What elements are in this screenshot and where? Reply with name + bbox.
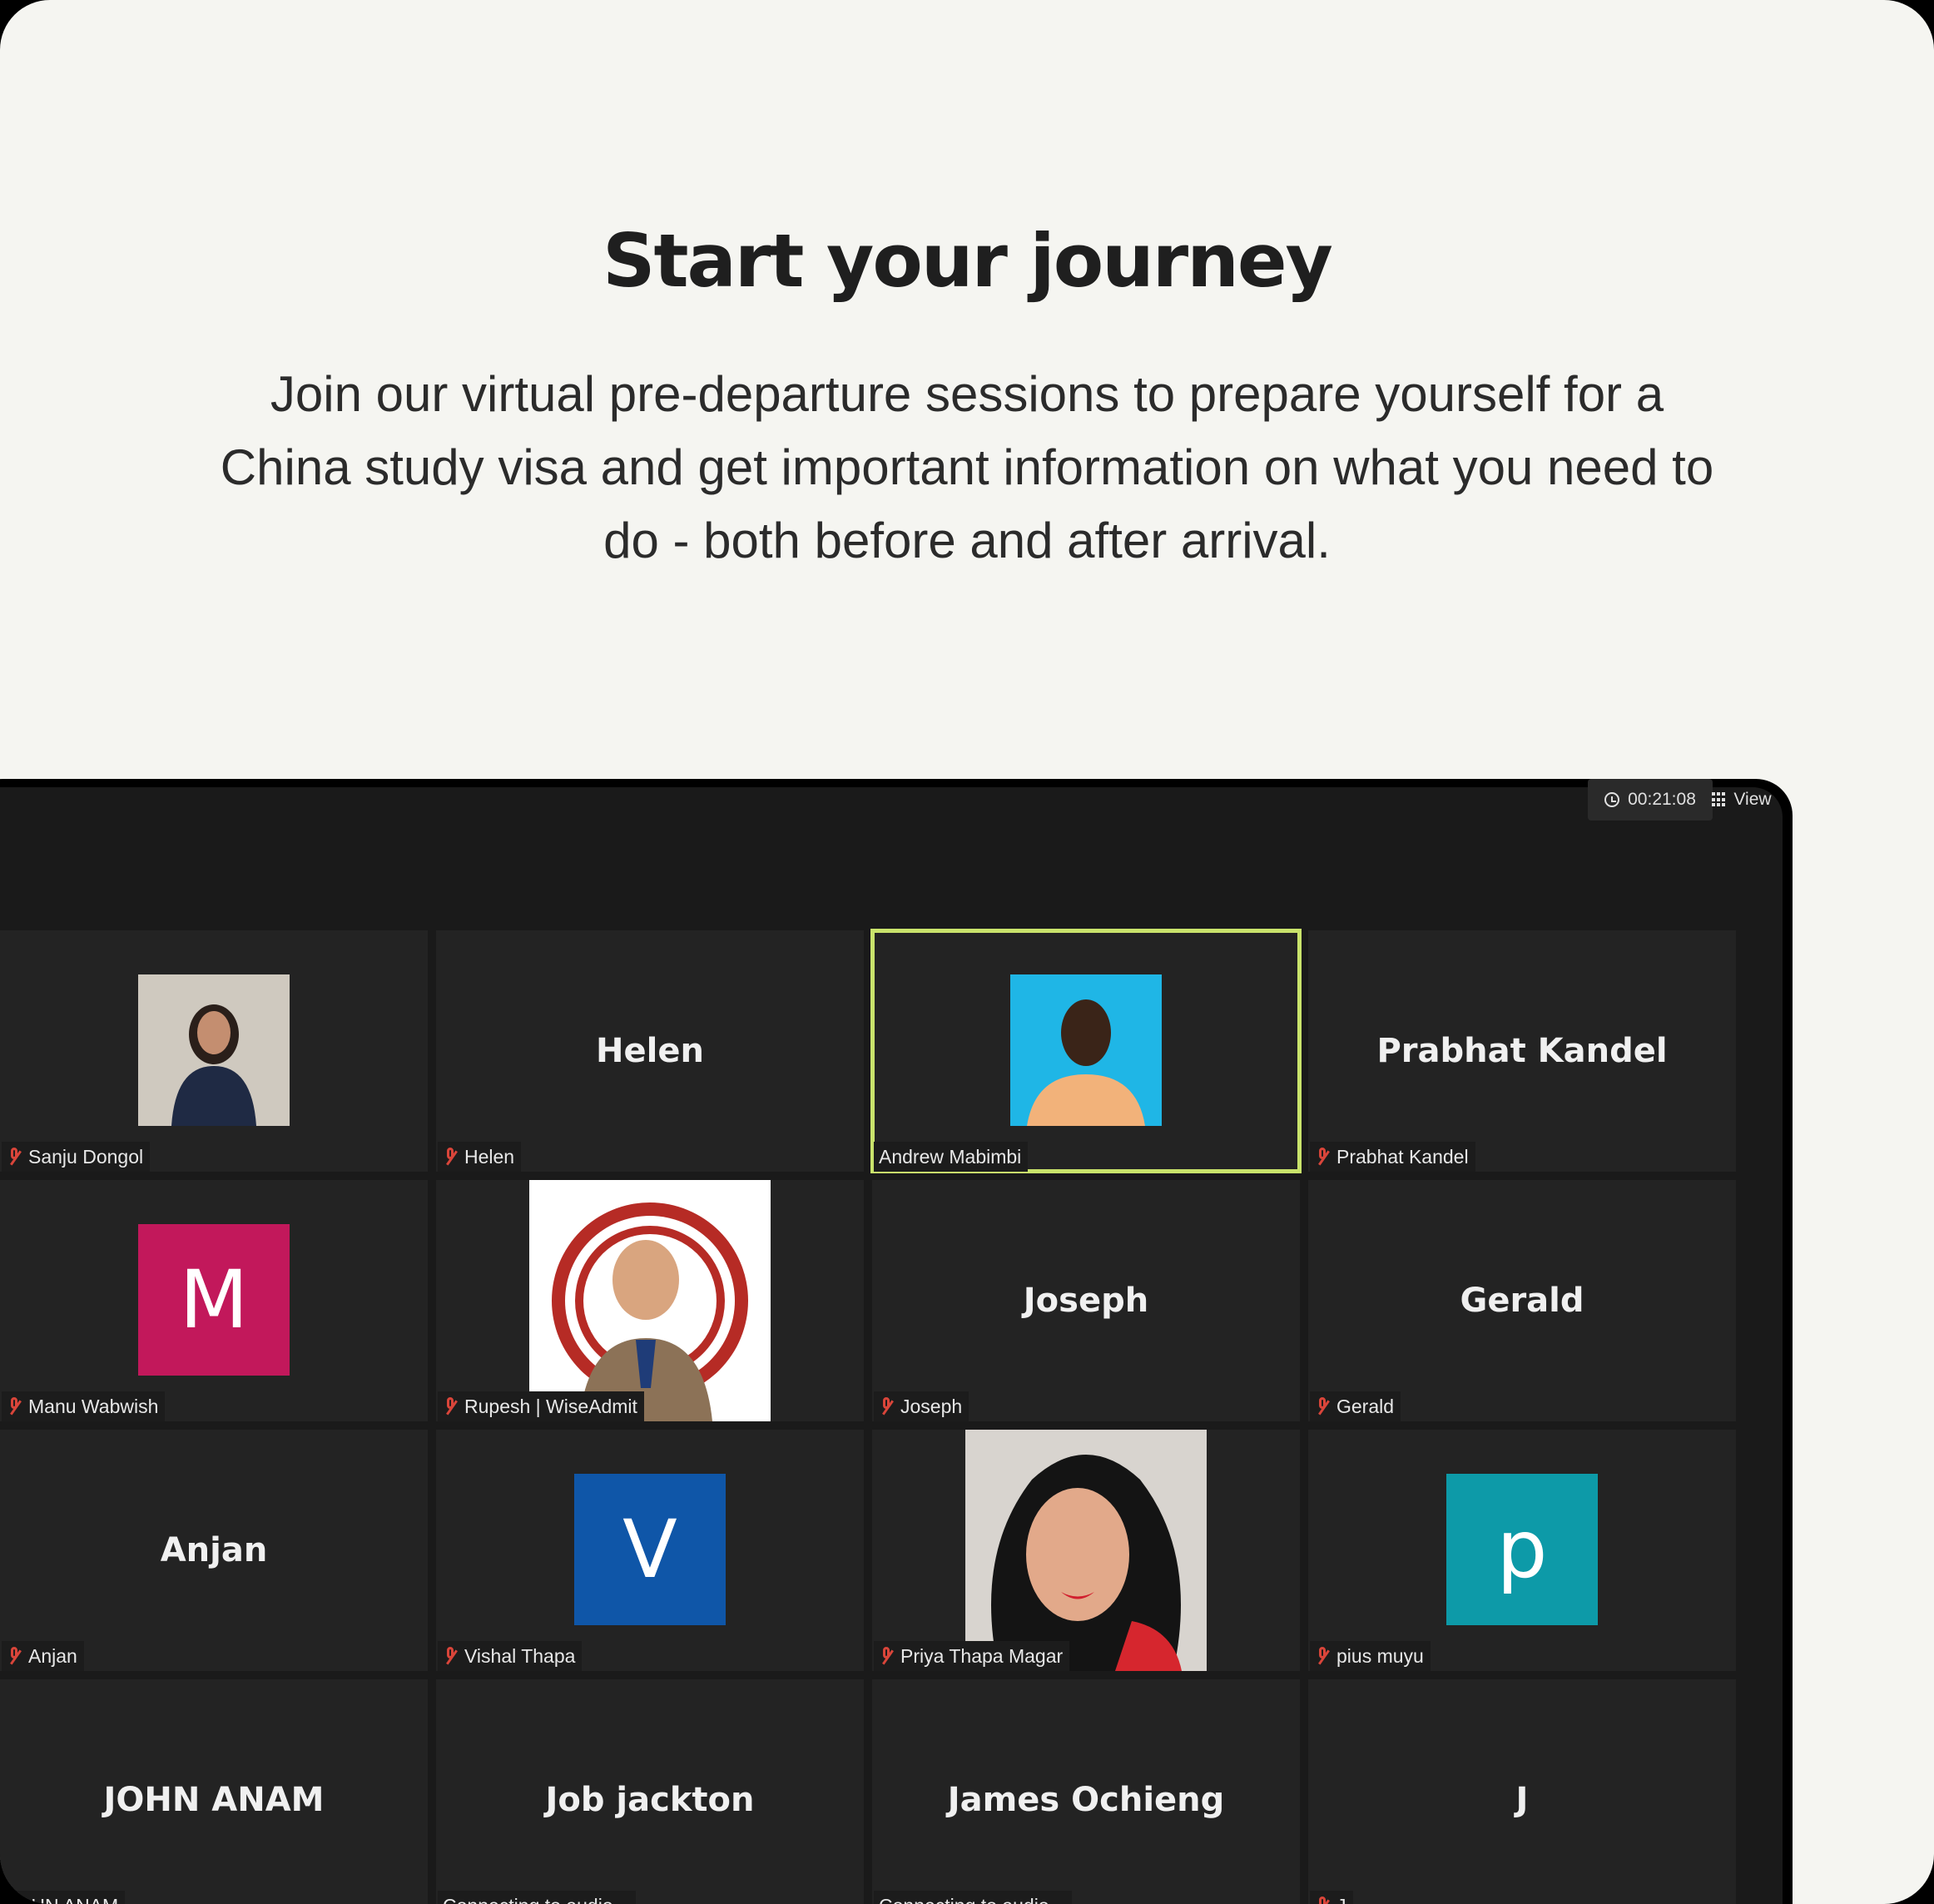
muted-mic-icon [1315,1645,1330,1667]
participant-tile[interactable]: JJ [1308,1679,1736,1904]
muted-mic-icon [443,1396,458,1417]
participant-name-label: Sanju Dongol [2,1142,151,1172]
participant-tile[interactable]: Gerald Gerald [1308,1180,1736,1421]
muted-mic-icon [443,1146,458,1168]
participant-name: Prabhat Kandel [1336,1145,1469,1168]
participant-display-name: Helen [596,1032,704,1070]
muted-mic-icon [7,1396,22,1417]
participant-name-label: Andrew Mabimbi [874,1142,1029,1172]
participant-name-label: Connecting to audio... [438,1891,636,1904]
participant-name-label: Priya Thapa Magar [874,1641,1070,1671]
timer-value: 00:21:08 [1628,790,1696,809]
grid-view-icon [1712,792,1727,807]
participant-tile[interactable]: Helen Helen [436,930,864,1172]
participant-name: Manu Wabwish [28,1395,159,1417]
muted-mic-icon [1315,1396,1330,1417]
participant-avatar: p [1446,1474,1598,1625]
page-title: Start your journey [603,218,1333,304]
participant-tile[interactable]: Rupesh | WiseAdmit [436,1180,864,1421]
participant-name-label: Prabhat Kandel [1310,1142,1475,1172]
view-button[interactable]: View [1696,779,1788,821]
muted-mic-icon [1315,1146,1330,1168]
participant-tile[interactable]: Priya Thapa Magar [872,1430,1300,1671]
participant-name: Connecting to audio... [443,1895,629,1904]
participant-display-name: Joseph [1023,1282,1149,1320]
participant-tile[interactable]: Job jackton Connecting to audio... [436,1679,864,1904]
participant-tile[interactable]: Anjan Anjan [0,1430,428,1671]
participant-name: Connecting to audio... [879,1895,1065,1904]
participant-name-label: Joseph [874,1391,969,1421]
muted-mic-icon [1315,1895,1330,1904]
muted-mic-icon [879,1396,894,1417]
participant-tile[interactable]: M Manu Wabwish [0,1180,428,1421]
participant-name: Priya Thapa Magar [900,1644,1064,1667]
participant-display-name: JOHN ANAM [103,1781,325,1819]
participant-display-name: Gerald [1460,1282,1584,1320]
participant-tile[interactable]: JOHN ANAM JOHN ANAM [0,1679,428,1904]
participant-name-label: Connecting to audio... [874,1891,1072,1904]
participant-tile[interactable]: Sanju Dongol [0,930,428,1172]
participant-display-name: Prabhat Kandel [1376,1032,1668,1070]
participant-name: Andrew Mabimbi [879,1145,1022,1168]
participant-avatar: M [138,1224,290,1376]
participant-display-name: J [1515,1781,1529,1819]
participant-name-label: J [1310,1891,1353,1904]
meeting-timer: 00:21:08 [1588,779,1713,821]
participant-name-label: Vishal Thapa [438,1641,583,1671]
muted-mic-icon [7,1645,22,1667]
participant-name-label: JOHN ANAM [2,1891,126,1904]
participant-tile[interactable]: V Vishal Thapa [436,1430,864,1671]
participant-tile[interactable]: Prabhat Kandel Prabhat Kandel [1308,930,1736,1172]
participant-name: Gerald [1336,1395,1395,1417]
participant-display-name: Anjan [160,1531,268,1569]
participant-name-label: Manu Wabwish [2,1391,166,1421]
muted-mic-icon [7,1146,22,1168]
participant-name: JOHN ANAM [7,1895,118,1904]
participant-photo [965,1430,1207,1671]
participant-name: Helen [464,1145,515,1168]
participant-name-label: Helen [438,1142,522,1172]
participant-name: Anjan [28,1644,77,1667]
participant-name: J [1336,1895,1346,1904]
participant-name: Sanju Dongol [28,1145,144,1168]
participant-tile[interactable]: James Ochieng Connecting to audio... [872,1679,1300,1904]
participant-name-label: Rupesh | WiseAdmit [438,1391,644,1421]
clock-icon [1604,792,1620,807]
participant-name: Joseph [900,1395,963,1417]
participant-name-label: Gerald [1310,1391,1401,1421]
participant-tile[interactable]: Andrew Mabimbi [870,929,1302,1173]
participant-name-label: Anjan [2,1641,84,1671]
participant-photo [1010,974,1162,1126]
participant-avatar: V [574,1474,726,1625]
participant-name: Rupesh | WiseAdmit [464,1395,637,1417]
participant-tile[interactable]: Joseph Joseph [872,1180,1300,1421]
participant-display-name: James Ochieng [947,1781,1225,1819]
participant-tile[interactable]: p pius muyu [1308,1430,1736,1671]
muted-mic-icon [879,1645,894,1667]
participant-name: pius muyu [1336,1644,1424,1667]
page-description: Join our virtual pre-departure sessions … [220,366,1714,568]
view-label: View [1733,790,1772,809]
participant-name: Vishal Thapa [464,1644,576,1667]
participant-photo [529,1180,771,1421]
page: Start your journey Join our virtual pre-… [0,0,1934,1904]
participant-name-label: pius muyu [1310,1641,1431,1671]
participant-display-name: Job jackton [545,1781,755,1819]
participant-photo [138,974,290,1126]
muted-mic-icon [443,1645,458,1667]
